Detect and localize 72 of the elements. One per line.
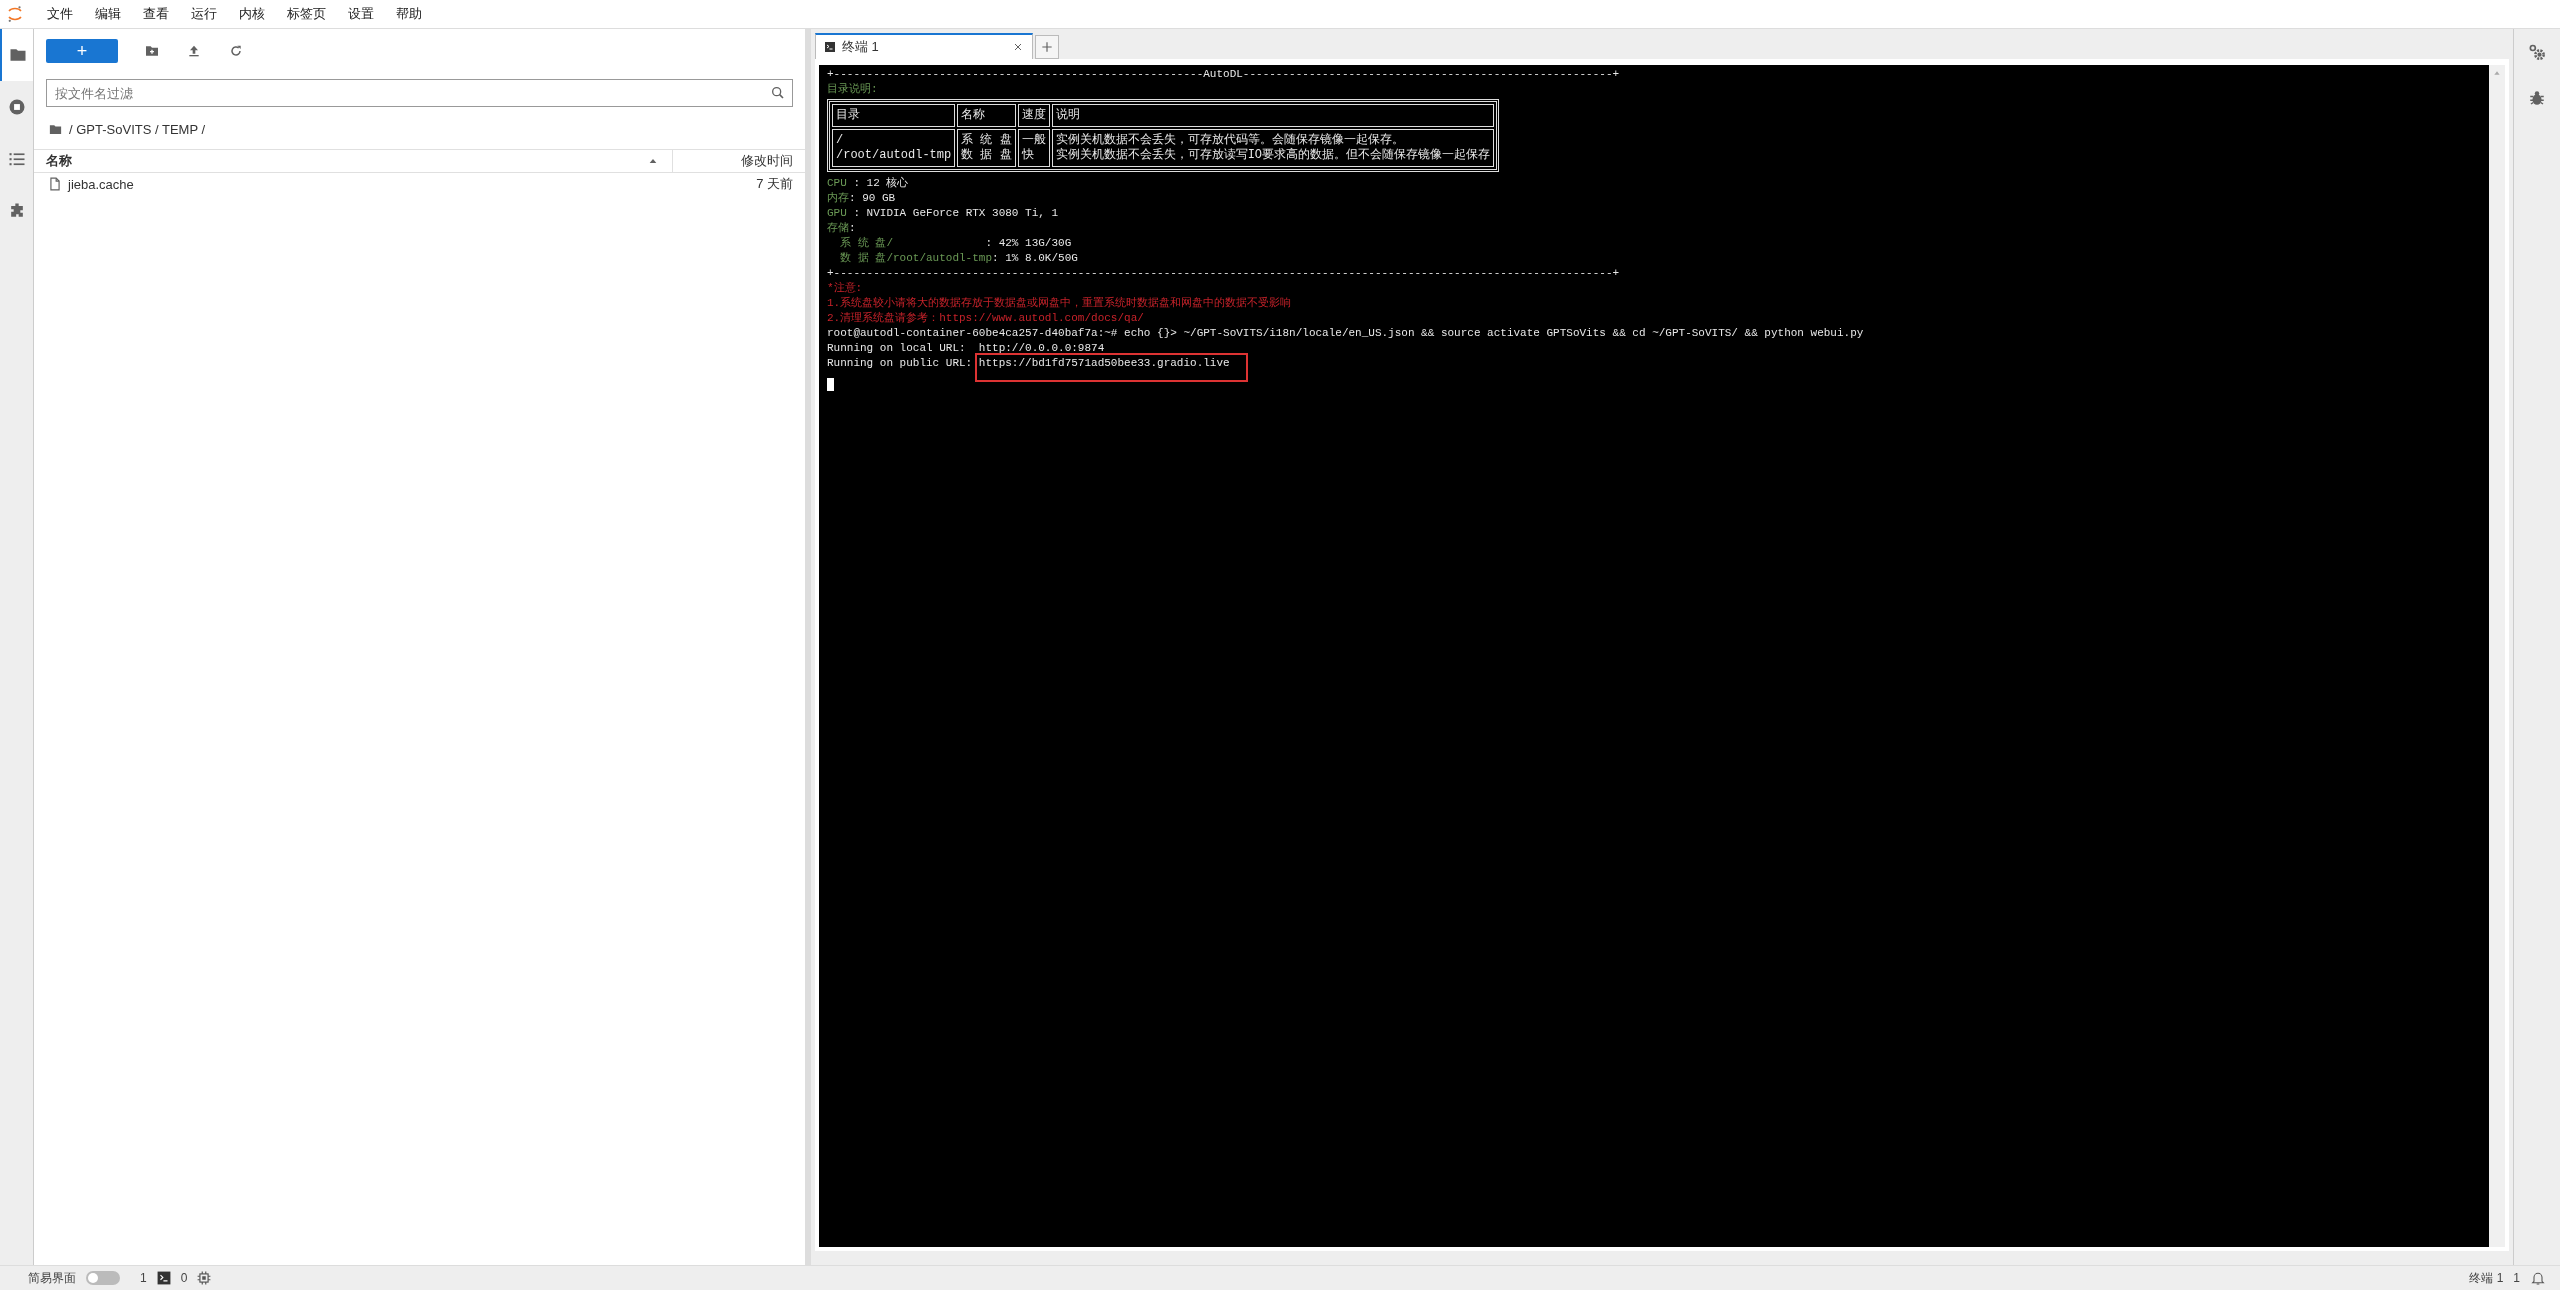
menu-item[interactable]: 帮助: [385, 5, 433, 23]
simple-mode-label: 简易界面: [28, 1269, 76, 1287]
new-folder-icon[interactable]: [144, 43, 160, 59]
close-icon[interactable]: [1012, 41, 1024, 53]
table-cell: 系 统 盘 数 据 盘: [957, 129, 1016, 167]
terminal-value: : NVIDIA GeForce RTX 3080 Ti, 1: [852, 207, 1059, 219]
terminal-tab[interactable]: 终端 1: [815, 33, 1033, 59]
terminal-screen[interactable]: [815, 59, 2509, 1251]
table-header-cell: 名称: [957, 104, 1016, 127]
breadcrumb-path[interactable]: / GPT-SoVITS / TEMP /: [69, 121, 206, 137]
table-cell: 一般 快: [1017, 129, 1050, 167]
terminal-label: CPU: [827, 177, 847, 189]
settings-icon[interactable]: [2527, 43, 2547, 63]
terminal-icon[interactable]: [156, 1271, 171, 1285]
table-header-cell: 目录: [832, 104, 956, 127]
scrollbar[interactable]: [2489, 65, 2505, 1247]
terminal-warning: 1.系统盘较小请将大的数据存放于数据盘或网盘中，重置系统时数据盘和网盘中的数据不受影响: [827, 296, 1293, 311]
table-cell: 实例关机数据不会丢失，可存放代码等。会随保存镜像一起保存。 实例关机数据不会丢失，可存放读写IO要求高的数据。但不会随保存镜像一起保存: [1051, 129, 1495, 167]
menu-item[interactable]: 编辑: [84, 5, 132, 23]
table-header-cell: 速度: [1017, 104, 1050, 127]
column-header[interactable]: 修改时间: [673, 152, 805, 170]
terminal-value: : 12 核心: [852, 177, 909, 189]
kernel-count: 0: [180, 1271, 188, 1285]
chip-icon[interactable]: [197, 1271, 212, 1285]
column-label: 名称: [46, 152, 72, 170]
bell-icon[interactable]: [2530, 1270, 2546, 1286]
menu-item[interactable]: 文件: [36, 5, 84, 23]
terminal-value: : 42% 13G/30G: [984, 237, 1072, 249]
terminal-icon: [824, 41, 836, 53]
logo-icon: [6, 5, 24, 23]
file-name: jieba.cache: [68, 176, 135, 192]
terminal-warning: *注意:: [827, 281, 864, 296]
terminal-label: 存储: [827, 222, 849, 234]
terminal-value: :: [849, 222, 856, 234]
table-cell: / /root/autodl-tmp: [832, 129, 956, 167]
terminal-value: : 1% 8.0K/50G: [992, 252, 1078, 264]
terminal-label: 数 据 盘/root/autodl-tmp: [839, 252, 993, 264]
column-header[interactable]: 名称: [34, 150, 673, 172]
bug-icon[interactable]: [2528, 89, 2546, 107]
terminal-label: 内存: [827, 192, 849, 204]
search-icon[interactable]: [770, 85, 786, 101]
menu-item[interactable]: 设置: [337, 5, 385, 23]
file-modified: 7 天前: [756, 175, 793, 193]
file-row[interactable]: jieba.cache 7 天前: [34, 173, 805, 195]
terminal-label: Running on public URL:: [827, 357, 974, 369]
new-launcher-button[interactable]: +: [46, 39, 118, 63]
menu-item[interactable]: 查看: [132, 5, 180, 23]
simple-mode-toggle[interactable]: [86, 1271, 120, 1285]
terminal-label: GPU: [827, 207, 847, 219]
active-tab-label: 终端 1: [2469, 1269, 2504, 1287]
terminal-cursor: [827, 378, 834, 391]
terminal-label: 系 统 盘/: [839, 237, 893, 249]
terminal-heading: 目录说明:: [827, 82, 879, 97]
tab-label: 终端 1: [842, 38, 880, 56]
highlighted-url[interactable]: https://bd1fd7571ad50bee33.gradio.live: [974, 353, 1248, 382]
upload-icon[interactable]: [186, 43, 202, 59]
terminal-line: root@autodl-container-60be4ca257-d40baf7a:~# echo {}> ~/GPT-SoVITS/i18n/locale/en_US.json && source activate GPTSoVits && cd ~/GPT-SoVITS/ && python webui.py: [827, 326, 1865, 341]
add-icon[interactable]: [1040, 40, 1054, 54]
terminal-line: Running on local URL: http://0.0.0.0:9874: [827, 341, 1106, 356]
file-icon: [48, 177, 62, 191]
terminal-warning: 2.清理系统盘请参考：https://www.autodl.com/docs/qa/: [827, 311, 1145, 326]
filter-field[interactable]: 按文件名过滤: [46, 79, 793, 107]
terminal-count: 1: [140, 1271, 147, 1285]
terminal-rule: +----------------------------------------------------------------------------------------------------------------------+: [827, 266, 1621, 281]
menu-item[interactable]: 标签页: [276, 5, 337, 23]
table-header-cell: 说明: [1051, 104, 1495, 127]
menu-item[interactable]: 内核: [228, 5, 276, 23]
terminal-value: : 90 GB: [849, 192, 896, 204]
menu-item[interactable]: 运行: [180, 5, 228, 23]
notification-count: 1: [2513, 1271, 2520, 1285]
refresh-icon[interactable]: [228, 43, 244, 59]
terminal-rule: +--------------------------------------------------------AutoDL--------------------------------------------------------+: [827, 67, 1621, 82]
